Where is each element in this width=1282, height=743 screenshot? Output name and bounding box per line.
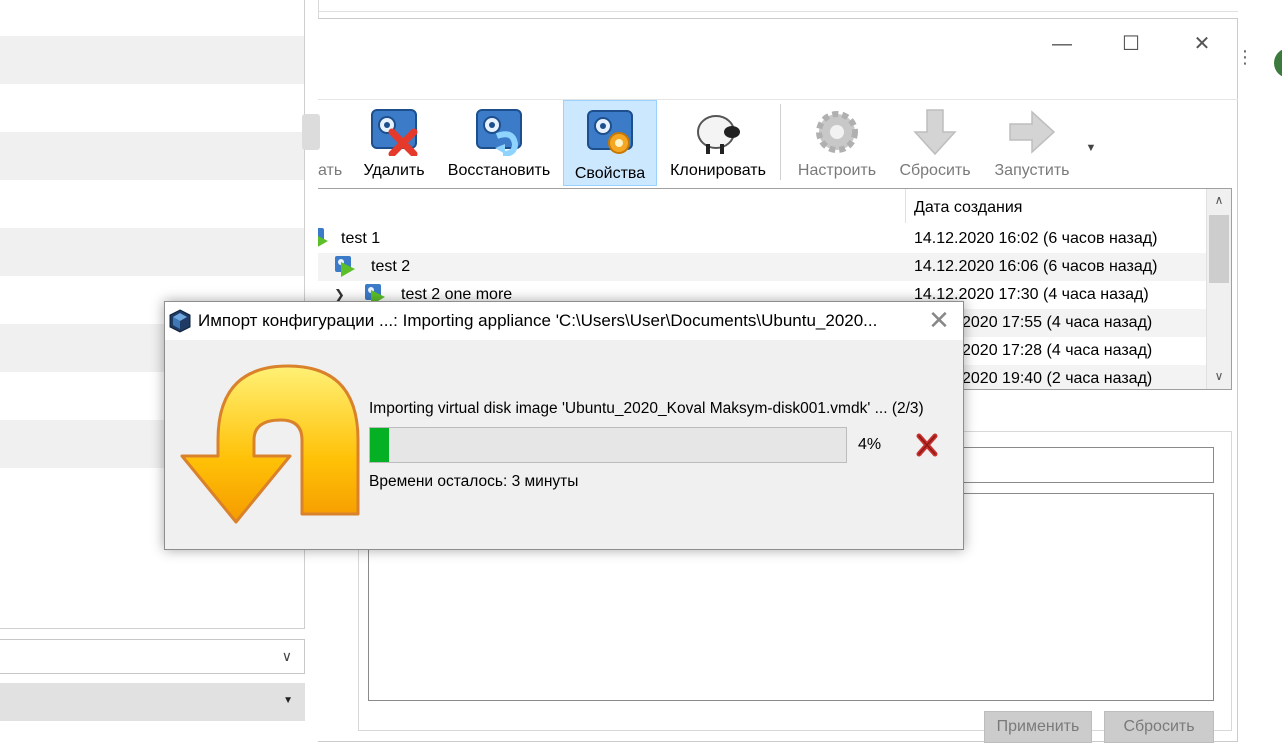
table-row[interactable]: test 1 14.12.2020 16:02 (6 часов назад)	[318, 225, 1208, 253]
toolbar-separator	[780, 104, 781, 180]
import-progress-dialog: Импорт конфигурации ...: Importing appli…	[164, 301, 964, 550]
scroll-up-icon[interactable]: ∧	[1207, 193, 1231, 207]
snapshot-name-field[interactable]	[958, 447, 1214, 483]
take-snapshot-icon	[302, 114, 320, 150]
snapshot-date: 14.12.2020 16:02 (6 часов назад)	[914, 230, 1158, 247]
clone-sheep-icon	[697, 115, 740, 154]
start-button[interactable]: Запустить	[986, 100, 1078, 186]
reset-button[interactable]: Сбросить	[1104, 711, 1214, 743]
import-arrow-icon	[180, 364, 360, 524]
snapshot-name: test 1	[341, 230, 381, 247]
snapshot-properties-label: Свойства	[574, 165, 646, 182]
restore-snapshot-label: Восстановить	[447, 162, 551, 179]
restore-snapshot-button[interactable]: Восстановить	[444, 100, 554, 186]
dialog-title: Импорт конфигурации ...: Importing appli…	[198, 311, 878, 330]
chevron-down-icon: ∨	[281, 648, 292, 664]
snapshot-properties-button[interactable]: Свойства	[563, 100, 657, 186]
left-combobox[interactable]: ∨	[0, 639, 305, 674]
maximize-button[interactable]: ☐	[1108, 29, 1154, 59]
dialog-title-bar[interactable]: Импорт конфигурации ...: Importing appli…	[165, 302, 963, 340]
virtualbox-icon	[169, 309, 191, 333]
start-label: Запустить	[994, 162, 1070, 179]
take-snapshot-button[interactable]: ать	[298, 100, 348, 186]
scrollbar-thumb[interactable]	[1209, 215, 1229, 283]
progress-percent: 4%	[858, 436, 882, 453]
settings-gear-icon	[816, 111, 858, 153]
close-button[interactable]: ✕	[1179, 29, 1225, 59]
progress-bar-fill	[370, 428, 389, 462]
close-icon[interactable]: ✕	[921, 304, 957, 338]
settings-button[interactable]: Настроить	[792, 100, 882, 186]
dropdown-triangle-icon: ▼	[1085, 142, 1097, 154]
take-snapshot-label: ать	[318, 162, 343, 179]
restore-snapshot-icon	[476, 109, 522, 156]
list-item[interactable]	[0, 36, 304, 84]
clone-button[interactable]: Клонировать	[666, 100, 770, 186]
kebab-menu-icon[interactable]: ⋮	[1236, 48, 1254, 66]
time-remaining-text: Времени осталось: 3 минуты	[369, 473, 579, 490]
snapshot-date: 2020 19:40 (2 часа назад)	[962, 370, 1153, 387]
snapshot-icon	[335, 256, 355, 277]
list-item[interactable]	[0, 228, 304, 276]
date-column-header[interactable]: Дата создания	[905, 189, 1022, 223]
snapshot-date: 2020 17:28 (4 часа назад)	[962, 342, 1153, 359]
list-item[interactable]	[0, 132, 304, 180]
start-arrow-icon	[1009, 110, 1056, 154]
import-status-text: Importing virtual disk image 'Ubuntu_202…	[369, 400, 924, 417]
snapshot-properties-icon	[587, 110, 633, 154]
background-browser-edge	[1238, 0, 1282, 742]
settings-label: Настроить	[797, 162, 877, 179]
table-row[interactable]: test 2 14.12.2020 16:06 (6 часов назад)	[318, 253, 1208, 281]
delete-snapshot-icon	[371, 109, 418, 156]
snapshot-name: test 2	[371, 258, 411, 275]
delete-snapshot-label: Удалить	[363, 162, 425, 179]
apply-button[interactable]: Применить	[984, 711, 1092, 743]
import-progress-bar	[369, 427, 847, 463]
clone-label: Клонировать	[670, 162, 766, 179]
snapshot-toolbar: ать Удалить Восстановить Свойства Клонир…	[302, 99, 1238, 190]
snapshot-date: 14.12.2020 16:06 (6 часов назад)	[914, 258, 1158, 275]
vertical-scrollbar[interactable]: ∧ ∨	[1206, 189, 1231, 389]
scroll-down-icon[interactable]: ∨	[1207, 369, 1231, 383]
toolbar-more-button[interactable]: ▼	[1080, 138, 1102, 158]
dropdown-triangle-icon: ▼	[283, 695, 293, 706]
delete-snapshot-button[interactable]: Удалить	[356, 100, 432, 186]
discard-button[interactable]: Сбросить	[892, 100, 978, 186]
cancel-icon[interactable]	[915, 432, 939, 458]
minimize-button[interactable]: —	[1039, 29, 1085, 59]
snapshot-icon	[318, 228, 328, 247]
discard-label: Сбросить	[899, 162, 971, 179]
background-window-edge	[318, 11, 1282, 12]
left-dropdown-bar[interactable]: ▼	[0, 683, 305, 721]
discard-arrow-icon	[913, 109, 957, 156]
snapshot-date: 2020 17:55 (4 часа назад)	[962, 314, 1153, 331]
